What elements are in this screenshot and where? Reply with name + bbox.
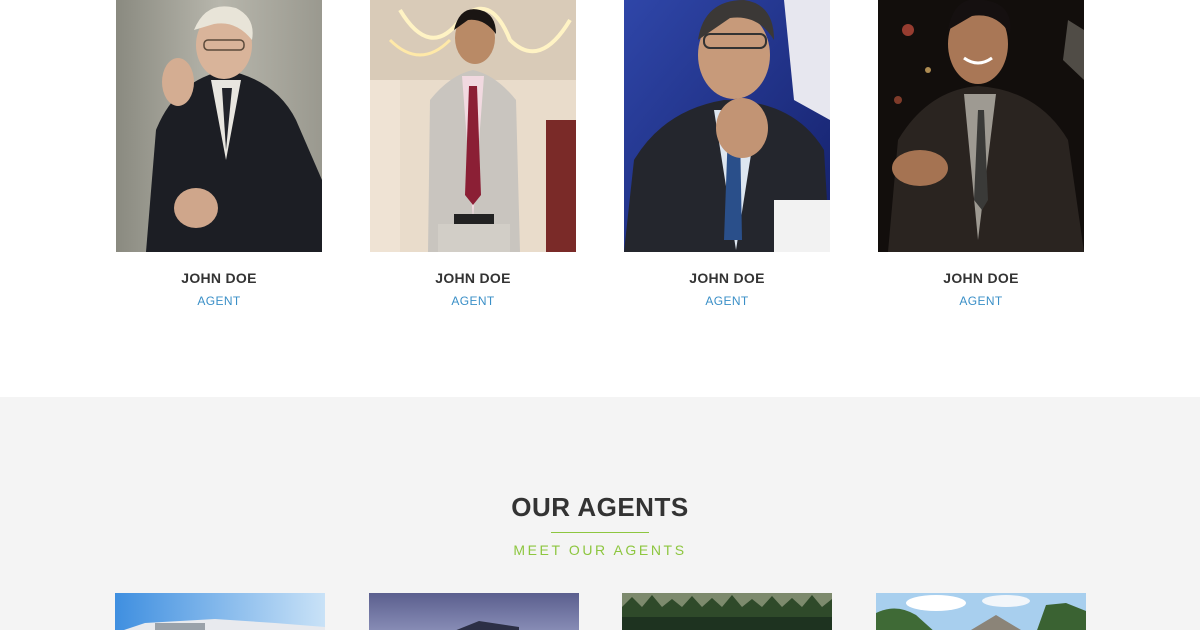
agent-role-link[interactable]: AGENT — [116, 294, 322, 308]
agents-grid: JOHN DOE AGENT JOHN DOE AGENT JOHN DOE A… — [0, 0, 1200, 397]
property-photo[interactable] — [115, 593, 325, 630]
property-photo[interactable] — [876, 593, 1086, 630]
agent-photo[interactable] — [116, 0, 322, 252]
section-subtitle: MEET OUR AGENTS — [513, 542, 687, 558]
property-photo[interactable] — [622, 593, 832, 630]
agent-photo[interactable] — [370, 0, 576, 252]
agent-card[interactable]: JOHN DOE AGENT — [878, 0, 1084, 308]
agent-card[interactable]: JOHN DOE AGENT — [116, 0, 322, 308]
agent-card[interactable]: JOHN DOE AGENT — [624, 0, 830, 308]
section-title: OUR AGENTS — [511, 492, 689, 522]
agent-photo[interactable] — [878, 0, 1084, 252]
agent-role-link[interactable]: AGENT — [370, 294, 576, 308]
agent-name: JOHN DOE — [943, 270, 1019, 286]
agent-photo[interactable] — [624, 0, 830, 252]
our-agents-section: OUR AGENTS MEET OUR AGENTS — [0, 397, 1200, 630]
property-photo[interactable] — [369, 593, 579, 630]
agent-name: JOHN DOE — [181, 270, 257, 286]
agent-role-link[interactable]: AGENT — [878, 294, 1084, 308]
title-divider — [551, 532, 649, 533]
agent-name: JOHN DOE — [435, 270, 511, 286]
agent-name: JOHN DOE — [689, 270, 765, 286]
agent-role-link[interactable]: AGENT — [624, 294, 830, 308]
agent-card[interactable]: JOHN DOE AGENT — [370, 0, 576, 308]
